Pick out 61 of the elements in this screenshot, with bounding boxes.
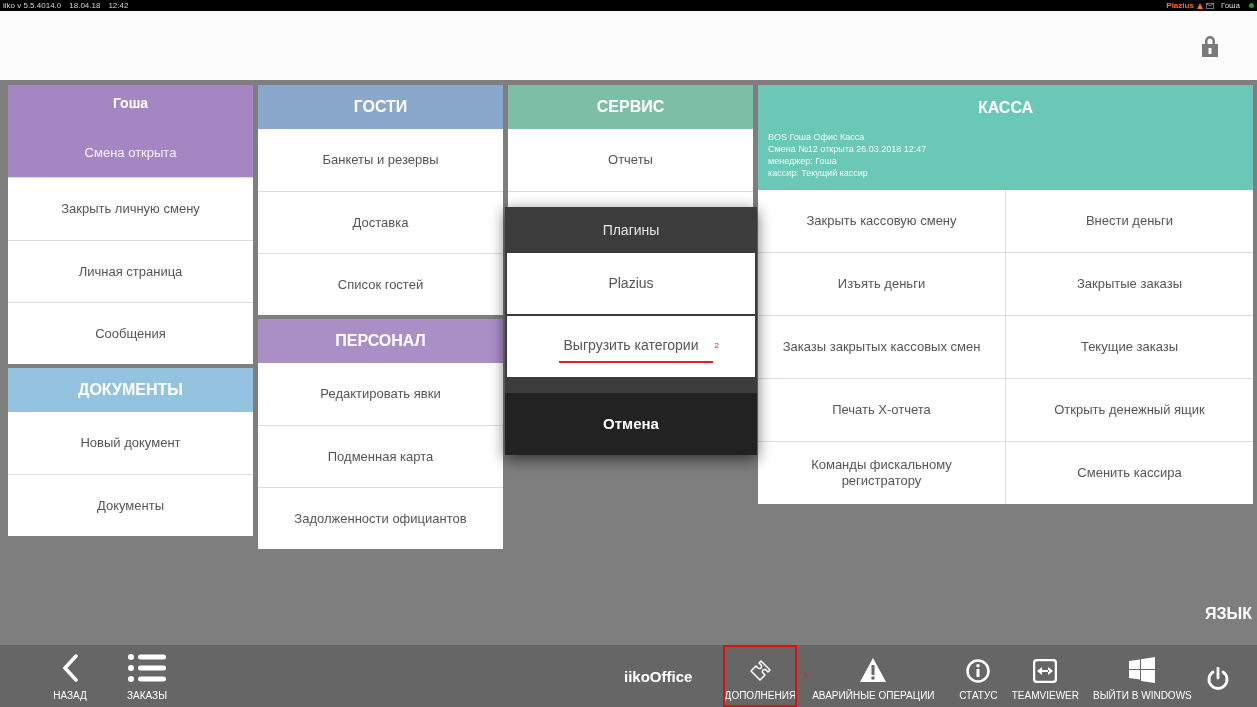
two-way-arrow-icon	[1033, 659, 1058, 683]
annotation-number: 1	[802, 669, 808, 681]
annotation-number: 2	[714, 340, 719, 352]
puzzle-icon	[748, 659, 773, 683]
menu-tile[interactable]: Печать X-отчета	[758, 379, 1005, 441]
warning-icon	[859, 657, 888, 683]
section-title: ГОСТИ	[353, 97, 408, 117]
cancel-button[interactable]: Отмена	[505, 393, 757, 455]
menu-tile[interactable]: Текущие заказы	[1006, 316, 1253, 378]
app-name: iikoOffice	[624, 666, 693, 687]
plugin-status[interactable]: Plazius	[1166, 0, 1194, 11]
toolbar-button[interactable]: TEAMVIEWER	[1010, 647, 1081, 705]
windows-icon	[1129, 657, 1156, 683]
toolbar-button[interactable]: ВЫЙТИ В WINDOWS	[1089, 647, 1196, 705]
menu-tile[interactable]: Документы	[8, 474, 253, 536]
language-button[interactable]: ЯЗЫК	[1205, 602, 1252, 626]
toolbar-button[interactable]: СТАТУС	[954, 647, 1003, 705]
menu-tile[interactable]: Редактировать явки	[258, 363, 503, 425]
lock-icon[interactable]	[1201, 33, 1219, 58]
menu-tile[interactable]: Внести деньги	[1006, 190, 1253, 252]
toolbar-button[interactable]: ЗАКАЗЫ	[120, 645, 174, 707]
menu-tile[interactable]: Доставка	[258, 191, 503, 253]
menu-tile[interactable]: Задолженности официантов	[258, 487, 503, 549]
menu-tile[interactable]: Подменная карта	[258, 425, 503, 487]
date-text: 18.04.18	[69, 0, 101, 11]
menu-tile[interactable]: Заказы закрытых кассовых смен	[758, 316, 1005, 378]
menu-tile[interactable]: Закрыть кассовую смену	[758, 190, 1005, 252]
back-icon	[62, 654, 78, 682]
section-title: ПЕРСОНАЛ	[335, 331, 426, 351]
menu-tile[interactable]: Команды фискальному регистратору	[758, 442, 1005, 504]
menu-tile[interactable]: Сменить кассира	[1006, 442, 1253, 504]
menu-tile[interactable]: Банкеты и резервы	[258, 129, 503, 191]
section-title: Гоша	[112, 94, 149, 113]
shift-status-text: Смена открыта	[84, 144, 177, 163]
shift-info-text: Смена №12 открыта 26.03.2018 12:47	[768, 143, 928, 155]
dialog-title: Плагины	[602, 220, 660, 240]
menu-tile[interactable]: Отчеты	[508, 129, 753, 191]
time-text: 12:42	[108, 0, 129, 11]
menu-tile[interactable]: Сообщения	[8, 302, 253, 364]
section-title: ДОКУМЕНТЫ	[78, 380, 183, 400]
info-icon	[966, 659, 991, 683]
menu-tile[interactable]: Открыть денежный ящик	[1006, 379, 1253, 441]
shift-info-text: кассир: Текущий кассир	[768, 167, 869, 179]
dialog-option[interactable]: Plazius	[507, 253, 755, 314]
menu-tile[interactable]: Закрыть личную смену	[8, 178, 253, 240]
shift-info-text: BOS Гоша Офис Касса	[768, 131, 866, 143]
version-text: iiko v 5.5.4014.0	[3, 0, 62, 11]
menu-tile[interactable]: Закрытые заказы	[1006, 253, 1253, 315]
section-title: СЕРВИС	[596, 97, 665, 117]
dialog-option[interactable]: Выгрузить категории 2	[507, 316, 755, 377]
toolbar-button[interactable]: НАЗАД	[40, 645, 100, 707]
shift-info-text: менеджер: Гоша	[768, 155, 838, 167]
menu-tile[interactable]: Новый документ	[8, 412, 253, 474]
list-icon	[128, 654, 166, 682]
user-name: Гоша	[1220, 0, 1240, 11]
menu-tile[interactable]: Личная страница	[8, 240, 253, 302]
menu-tile[interactable]: Изъять деньги	[758, 253, 1005, 315]
menu-tile[interactable]: Список гостей	[258, 253, 503, 315]
warning-icon[interactable]	[1196, 2, 1203, 9]
section-title: КАССА	[977, 98, 1034, 118]
mail-icon[interactable]	[1205, 2, 1214, 9]
